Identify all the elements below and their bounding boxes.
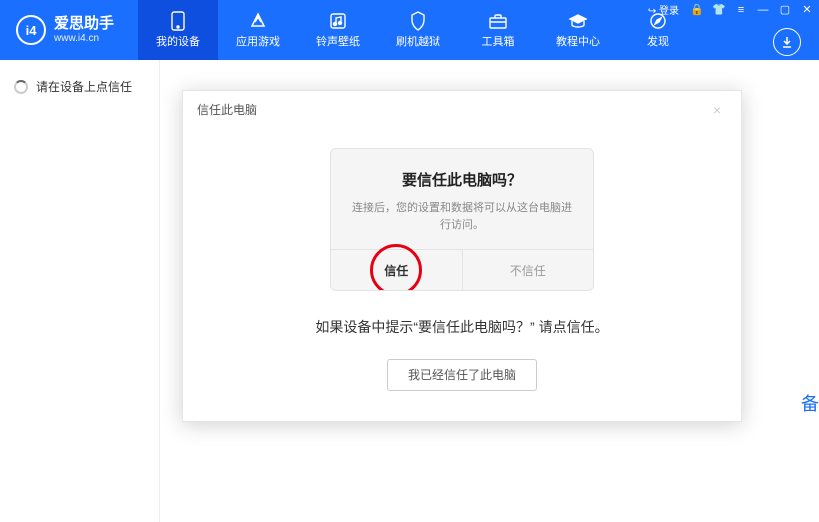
device-icon — [168, 11, 188, 31]
instruction-text: 如果设备中提示“要信任此电脑吗？” 请点信任。 — [183, 317, 741, 337]
main-area: 请在设备上点信任 备 信任此电脑 × 要信任此电脑吗？ 连接后，您的设置和数据将… — [0, 60, 819, 522]
download-button[interactable] — [773, 28, 801, 56]
logo-icon: i4 — [16, 15, 46, 45]
app-subtitle: www.i4.cn — [54, 33, 114, 44]
nav-toolbox[interactable]: 工具箱 — [458, 0, 538, 60]
dont-trust-label: 不信任 — [510, 262, 546, 279]
lock-icon[interactable]: 🔒 — [689, 3, 705, 17]
apps-icon — [248, 11, 268, 31]
sidebar: 请在设备上点信任 — [0, 60, 160, 522]
spinner-icon — [14, 80, 28, 94]
close-button[interactable]: ✕ — [799, 3, 815, 17]
skin-icon[interactable]: 👕 — [711, 3, 727, 17]
nav-tutorial[interactable]: 教程中心 — [538, 0, 618, 60]
bg-hint-text: 备 — [801, 390, 819, 416]
logo-text: 爱思助手 www.i4.cn — [54, 16, 114, 44]
nav-flash[interactable]: 刷机越狱 — [378, 0, 458, 60]
nav-label: 应用游戏 — [236, 33, 280, 49]
nav-label: 教程中心 — [556, 33, 600, 49]
trust-label: 信任 — [384, 262, 408, 279]
login-link[interactable]: ↪ 登录 — [644, 2, 683, 17]
menu-icon[interactable]: ≡ — [733, 3, 749, 17]
dialog-title: 信任此电脑 — [197, 101, 257, 118]
dialog-header: 信任此电脑 × — [183, 91, 741, 128]
titlebar: ↪ 登录 🔒 👕 ≡ — ▢ ✕ — [644, 2, 815, 17]
nav-ringtones[interactable]: 铃声壁纸 — [298, 0, 378, 60]
trust-dialog: 信任此电脑 × 要信任此电脑吗？ 连接后，您的设置和数据将可以从这台电脑进行访问… — [182, 90, 742, 422]
nav-label: 发现 — [647, 33, 669, 49]
dont-trust-button[interactable]: 不信任 — [463, 250, 594, 290]
already-trusted-button[interactable]: 我已经信任了此电脑 — [387, 359, 537, 391]
prompt-desc: 连接后，您的设置和数据将可以从这台电脑进行访问。 — [349, 200, 575, 233]
nav-my-device[interactable]: 我的设备 — [138, 0, 218, 60]
tutorial-icon — [568, 11, 588, 31]
toolbox-icon — [488, 11, 508, 31]
maximize-button[interactable]: ▢ — [777, 3, 793, 17]
trust-button[interactable]: 信任 — [331, 250, 463, 290]
close-icon[interactable]: × — [713, 103, 727, 117]
app-title: 爱思助手 — [54, 16, 114, 33]
prompt-body: 要信任此电脑吗？ 连接后，您的设置和数据将可以从这台电脑进行访问。 — [331, 149, 593, 249]
ringtone-icon — [328, 11, 348, 31]
prompt-title: 要信任此电脑吗？ — [349, 169, 575, 190]
sidebar-status-row: 请在设备上点信任 — [0, 72, 159, 101]
nav-label: 刷机越狱 — [396, 33, 440, 49]
prompt-actions: 信任 不信任 — [331, 249, 593, 290]
minimize-button[interactable]: — — [755, 3, 771, 17]
download-icon — [780, 35, 794, 49]
content-area: 备 信任此电脑 × 要信任此电脑吗？ 连接后，您的设置和数据将可以从这台电脑进行… — [160, 60, 819, 522]
flash-icon — [408, 11, 428, 31]
prompt-card: 要信任此电脑吗？ 连接后，您的设置和数据将可以从这台电脑进行访问。 信任 不信任 — [330, 148, 594, 291]
logo-area: i4 爱思助手 www.i4.cn — [0, 0, 130, 60]
nav-label: 铃声壁纸 — [316, 33, 360, 49]
nav-label: 我的设备 — [156, 33, 200, 49]
nav-apps[interactable]: 应用游戏 — [218, 0, 298, 60]
sidebar-status-text: 请在设备上点信任 — [36, 78, 132, 95]
app-header: i4 爱思助手 www.i4.cn 我的设备 应用游戏 铃声壁纸 — [0, 0, 819, 60]
nav-label: 工具箱 — [482, 33, 515, 49]
main-nav: 我的设备 应用游戏 铃声壁纸 刷机越狱 工具箱 — [138, 0, 698, 60]
login-label: 登录 — [659, 6, 679, 17]
